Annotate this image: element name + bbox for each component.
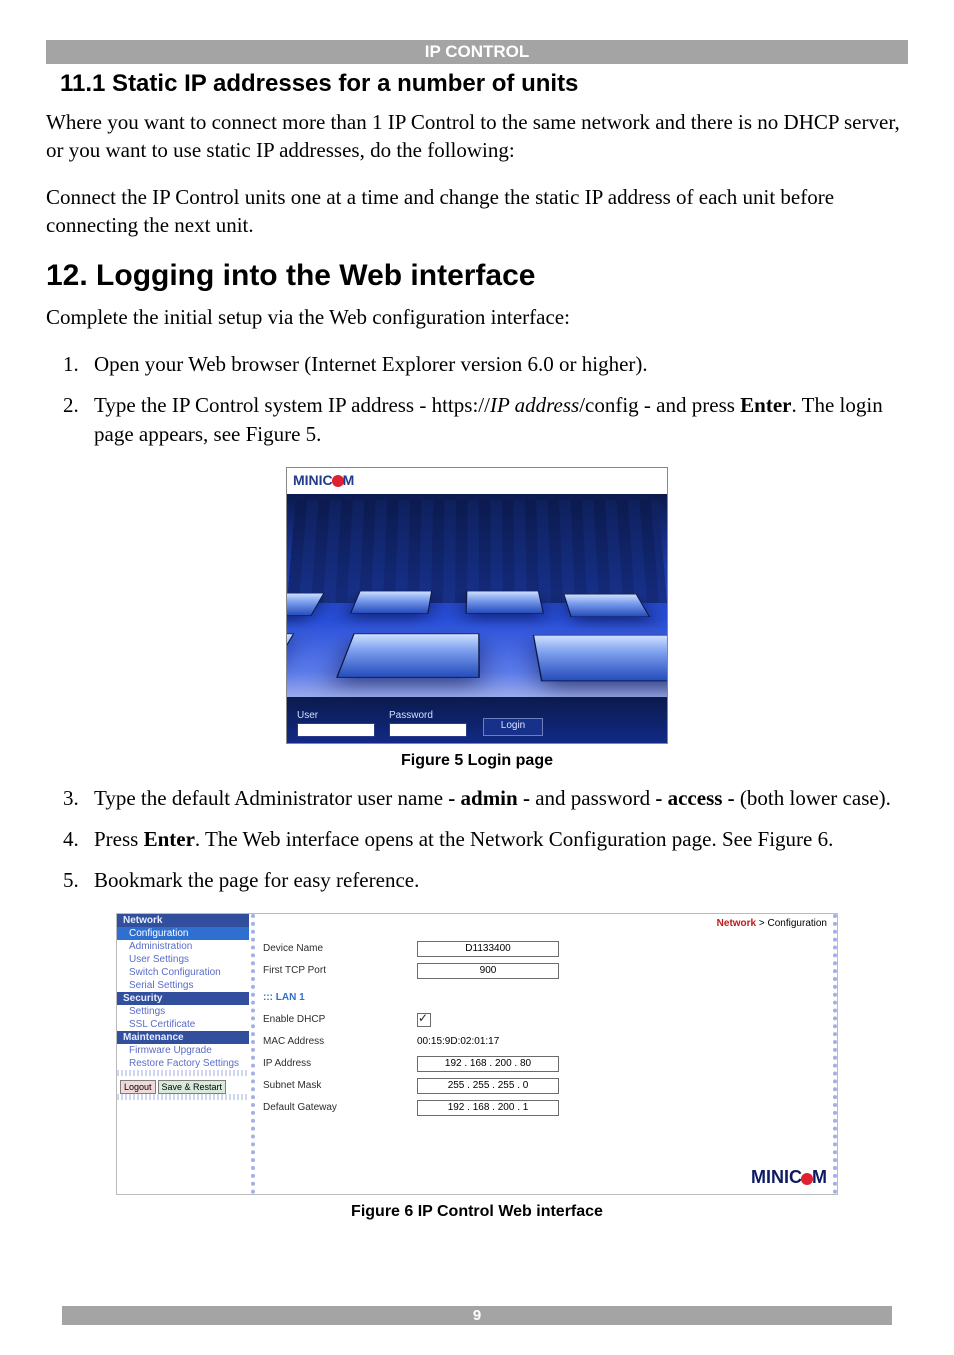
lan1-heading: ::: LAN 1 xyxy=(263,992,827,1003)
sidebar-item-maintenance[interactable]: Maintenance xyxy=(117,1031,249,1044)
login-pass-label: Password xyxy=(389,710,467,721)
login-button[interactable]: Login xyxy=(483,718,543,736)
label-mac: MAC Address xyxy=(263,1036,383,1047)
sidebar-item-firmware[interactable]: Firmware Upgrade xyxy=(117,1044,249,1057)
step-4: Press Enter. The Web interface opens at … xyxy=(84,825,908,854)
login-user-input[interactable] xyxy=(297,723,375,737)
login-user-label: User xyxy=(297,710,375,721)
login-pass-input[interactable] xyxy=(389,723,467,737)
section-band: IP CONTROL xyxy=(46,40,908,64)
page-number: 9 xyxy=(62,1306,892,1325)
figure-5-caption: Figure 5 Login page xyxy=(46,752,908,770)
step-2: Type the IP Control system IP address - … xyxy=(84,391,908,449)
sidebar-item-settings[interactable]: Settings xyxy=(117,1005,249,1018)
sidebar-item-user-settings[interactable]: User Settings xyxy=(117,953,249,966)
para-11-1b: Connect the IP Control units one at a ti… xyxy=(46,183,908,240)
value-mac: 00:15:9D:02:01:17 xyxy=(417,1035,557,1049)
label-subnet: Subnet Mask xyxy=(263,1080,383,1091)
sidebar: Network Configuration Administration Use… xyxy=(117,914,249,1194)
input-gateway[interactable]: 192 . 168 . 200 . 1 xyxy=(417,1100,559,1116)
sidebar-item-administration[interactable]: Administration xyxy=(117,940,249,953)
step-3: Type the default Administrator user name… xyxy=(84,784,908,813)
heading-11-1: 11.1 Static IP addresses for a number of… xyxy=(60,70,908,98)
label-ip: IP Address xyxy=(263,1058,383,1069)
step-5: Bookmark the page for easy reference. xyxy=(84,866,908,895)
sidebar-item-serial[interactable]: Serial Settings xyxy=(117,979,249,992)
sidebar-item-switch-config[interactable]: Switch Configuration xyxy=(117,966,249,979)
sidebar-item-restore[interactable]: Restore Factory Settings xyxy=(117,1057,249,1070)
sidebar-item-configuration[interactable]: Configuration xyxy=(117,927,249,940)
input-subnet[interactable]: 255 . 255 . 255 . 0 xyxy=(417,1078,559,1094)
label-device-name: Device Name xyxy=(263,943,383,954)
figure-6-caption: Figure 6 IP Control Web interface xyxy=(46,1203,908,1221)
label-tcp-port: First TCP Port xyxy=(263,965,383,976)
brand-minicom: MINICM xyxy=(751,1167,827,1188)
sidebar-item-ssl[interactable]: SSL Certificate xyxy=(117,1018,249,1031)
para-12-intro: Complete the initial setup via the Web c… xyxy=(46,303,908,331)
checkbox-enable-dhcp[interactable] xyxy=(417,1013,431,1027)
heading-12: 12. Logging into the Web interface xyxy=(46,259,908,293)
input-ip[interactable]: 192 . 168 . 200 . 80 xyxy=(417,1056,559,1072)
figure-6-webui: Network Configuration Administration Use… xyxy=(116,913,838,1195)
breadcrumb: Network > Configuration xyxy=(717,918,827,929)
step-1: Open your Web browser (Internet Explorer… xyxy=(84,350,908,379)
sidebar-item-security[interactable]: Security xyxy=(117,992,249,1005)
figure-5-login: MINICM User Password Login xyxy=(286,467,668,744)
input-device-name[interactable]: D1133400 xyxy=(417,941,559,957)
sidebar-item-network[interactable]: Network xyxy=(117,914,249,927)
label-gateway: Default Gateway xyxy=(263,1102,383,1113)
input-tcp-port[interactable]: 900 xyxy=(417,963,559,979)
label-enable-dhcp: Enable DHCP xyxy=(263,1014,383,1025)
para-11-1a: Where you want to connect more than 1 IP… xyxy=(46,108,908,165)
save-restart-button[interactable]: Save & Restart xyxy=(158,1080,227,1094)
logout-button[interactable]: Logout xyxy=(120,1080,156,1094)
